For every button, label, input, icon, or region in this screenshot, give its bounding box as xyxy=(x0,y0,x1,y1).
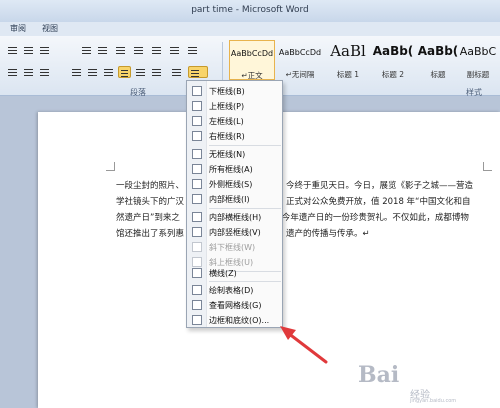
watermark: Bai 经验 jingyan.baidu.com xyxy=(358,362,457,404)
annotation-arrow xyxy=(280,326,328,364)
